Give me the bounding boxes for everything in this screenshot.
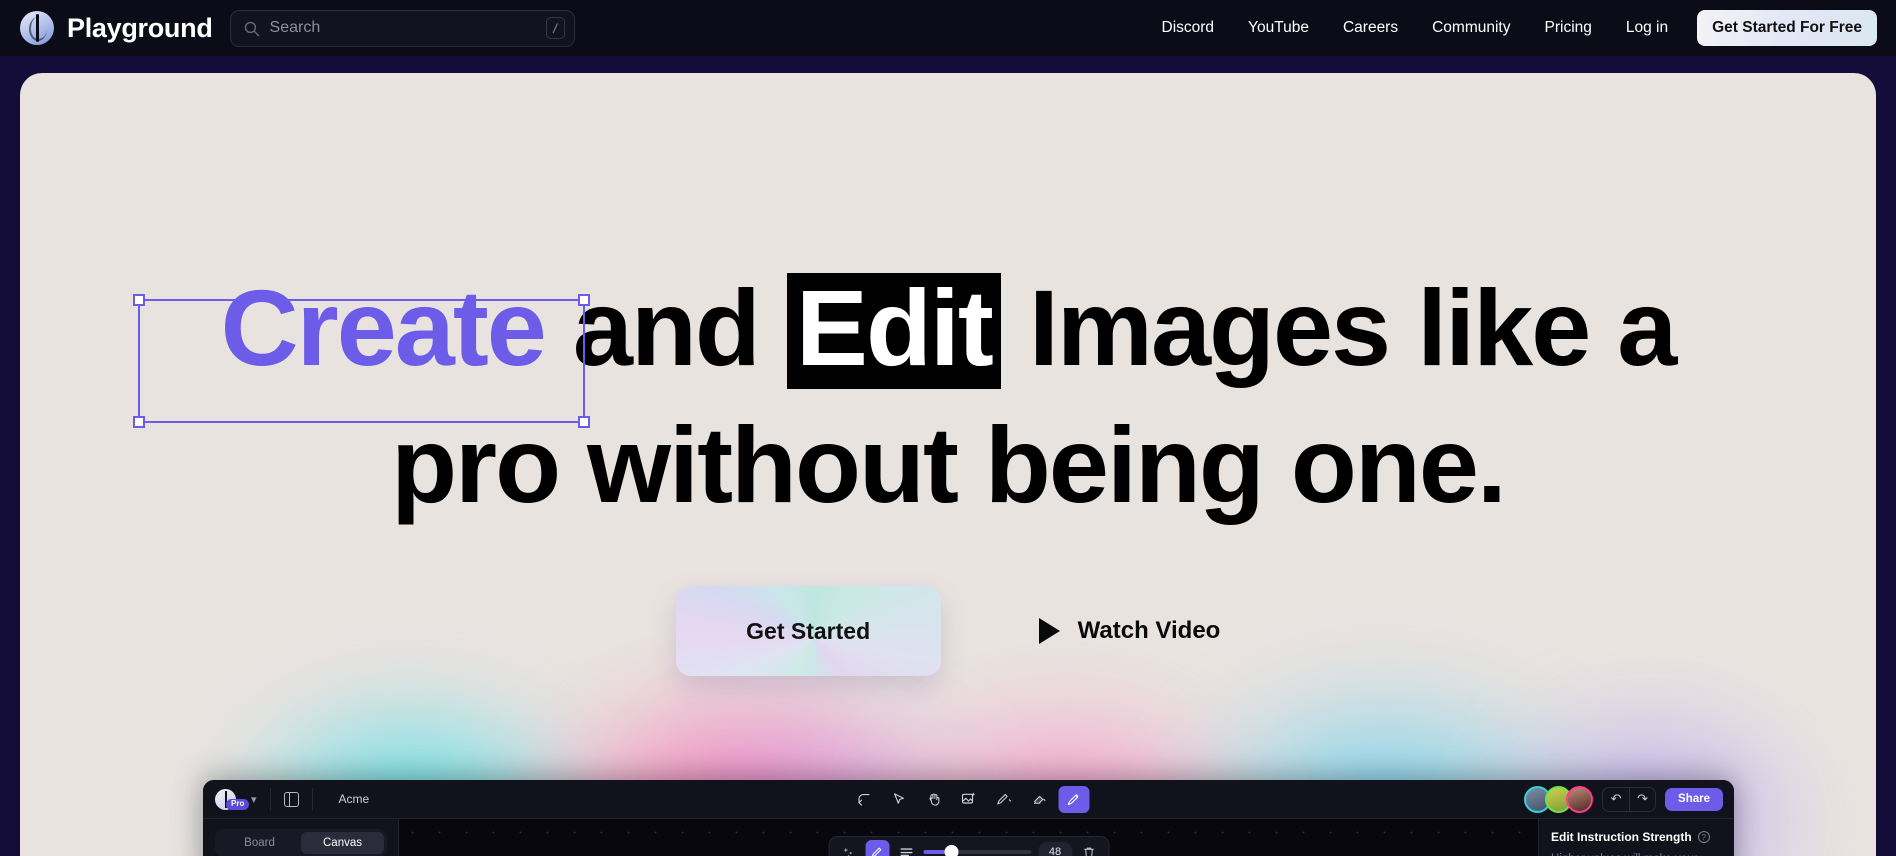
search-icon bbox=[243, 20, 260, 37]
top-navigation-bar: Playground Search / Discord YouTube Care… bbox=[0, 0, 1896, 56]
headline-line1-tail: Images like a bbox=[1029, 267, 1675, 388]
menu-lines-icon[interactable] bbox=[896, 842, 916, 856]
magic-edit-icon[interactable] bbox=[1058, 786, 1089, 813]
trash-icon[interactable] bbox=[1079, 842, 1099, 856]
search-placeholder: Search bbox=[270, 19, 546, 37]
hero-headline: Create and Edit Images like a pro withou… bbox=[20, 273, 1876, 519]
headline-word-create: Create bbox=[221, 274, 545, 382]
app-mockup: Pro ▾ Acme bbox=[203, 780, 1734, 856]
mockup-body: Board Canvas Exclude From Image Describe… bbox=[203, 819, 1734, 856]
watch-video-button[interactable]: Watch Video bbox=[1039, 617, 1221, 645]
hand-pan-icon[interactable] bbox=[918, 786, 949, 813]
divider bbox=[312, 788, 313, 811]
nav-link-pricing[interactable]: Pricing bbox=[1528, 19, 1609, 37]
image-generate-icon[interactable] bbox=[953, 786, 984, 813]
export-icon[interactable] bbox=[848, 786, 879, 813]
watch-video-label: Watch Video bbox=[1078, 617, 1221, 645]
sparkle-icon[interactable] bbox=[838, 842, 858, 856]
headline-word-and: and bbox=[573, 267, 759, 388]
slider-knob[interactable] bbox=[944, 845, 958, 856]
eraser-icon[interactable] bbox=[1023, 786, 1054, 813]
avatar[interactable] bbox=[1566, 786, 1593, 813]
tab-canvas[interactable]: Canvas bbox=[301, 832, 384, 854]
brand-name: Playground bbox=[67, 13, 213, 44]
share-button[interactable]: Share bbox=[1665, 788, 1723, 811]
primary-nav: Discord YouTube Careers Community Pricin… bbox=[1145, 10, 1878, 46]
side-panel-icon[interactable] bbox=[284, 792, 299, 807]
board-canvas-toggle: Board Canvas bbox=[215, 829, 387, 856]
brush-icon[interactable] bbox=[865, 840, 889, 856]
nav-link-login[interactable]: Log in bbox=[1609, 19, 1685, 37]
help-circle-icon[interactable]: ? bbox=[1698, 831, 1710, 843]
playground-circle-logo-icon bbox=[20, 11, 54, 45]
mockup-left-sidebar: Board Canvas Exclude From Image Describe… bbox=[203, 819, 399, 856]
brush-size-value: 48 bbox=[1038, 842, 1072, 856]
brand[interactable]: Playground bbox=[20, 11, 213, 45]
mockup-right-panel: Edit Instruction Strength ? Higher value… bbox=[1538, 819, 1734, 856]
mockup-canvas[interactable]: 48 bbox=[399, 819, 1538, 856]
edit-instruction-strength-desc: Higher values will make your image close… bbox=[1551, 851, 1722, 856]
mockup-titlebar: Pro ▾ Acme bbox=[203, 780, 1734, 819]
divider bbox=[270, 788, 271, 811]
search-shortcut-badge: / bbox=[546, 17, 565, 39]
get-started-button[interactable]: Get Started bbox=[676, 586, 941, 676]
project-name: Acme bbox=[339, 792, 370, 806]
edit-instruction-strength-title: Edit Instruction Strength bbox=[1551, 830, 1692, 844]
nav-link-discord[interactable]: Discord bbox=[1145, 19, 1232, 37]
mockup-titlebar-right: ↶ ↷ Share bbox=[1524, 786, 1723, 813]
collaborator-avatars bbox=[1524, 786, 1593, 813]
nav-link-community[interactable]: Community bbox=[1415, 19, 1527, 37]
search-input[interactable]: Search / bbox=[230, 10, 575, 47]
get-started-for-free-button[interactable]: Get Started For Free bbox=[1697, 10, 1877, 46]
hero-section: Create and Edit Images like a pro withou… bbox=[20, 73, 1876, 856]
hero-cta-row: Get Started Watch Video bbox=[20, 586, 1876, 676]
undo-arrow-icon[interactable]: ↶ bbox=[1603, 788, 1629, 811]
play-triangle-icon bbox=[1039, 618, 1060, 644]
mockup-toolbar bbox=[848, 780, 1089, 819]
undo-redo-group: ↶ ↷ bbox=[1602, 787, 1656, 812]
brush-size-slider[interactable] bbox=[923, 850, 1031, 854]
nav-link-youtube[interactable]: YouTube bbox=[1231, 19, 1326, 37]
redo-arrow-icon[interactable]: ↷ bbox=[1629, 788, 1655, 811]
edit-instruction-strength-header: Edit Instruction Strength ? bbox=[1551, 830, 1722, 844]
brush-floating-toolbar: 48 bbox=[828, 836, 1109, 856]
mockup-workspace-switcher[interactable]: Pro ▾ bbox=[215, 789, 257, 810]
tab-board[interactable]: Board bbox=[218, 832, 301, 854]
headline-line2: pro without being one. bbox=[20, 411, 1876, 519]
chevron-down-icon[interactable]: ▾ bbox=[251, 793, 257, 806]
cursor-select-icon[interactable] bbox=[883, 786, 914, 813]
pro-badge: Pro bbox=[226, 799, 249, 810]
nav-link-careers[interactable]: Careers bbox=[1326, 19, 1415, 37]
pencil-icon[interactable] bbox=[988, 786, 1019, 813]
headline-word-edit: Edit bbox=[787, 273, 1001, 389]
